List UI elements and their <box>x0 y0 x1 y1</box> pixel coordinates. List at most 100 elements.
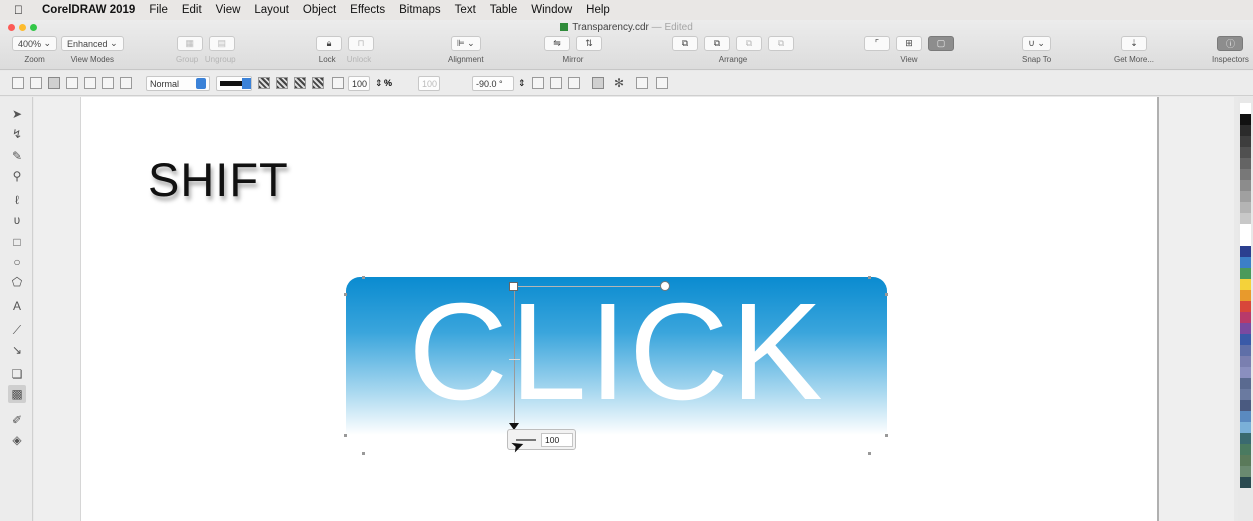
gradient-banner[interactable]: CLICK <box>346 277 887 435</box>
forward-one-button[interactable]: ⧉ <box>704 36 730 51</box>
bitmap-pattern-transparency-icon[interactable] <box>84 77 96 89</box>
palette-swatch[interactable] <box>1240 323 1251 334</box>
shape-tool-icon[interactable]: ↯ <box>8 125 26 143</box>
palette-swatch[interactable] <box>1240 345 1251 356</box>
selection-handle[interactable] <box>885 434 888 437</box>
palette-swatch[interactable] <box>1240 400 1251 411</box>
palette-swatch[interactable] <box>1240 147 1251 158</box>
apple-icon[interactable]:  <box>14 3 28 17</box>
palette-swatch[interactable] <box>1240 433 1251 444</box>
guidelines-button[interactable]: ▢ <box>928 36 954 51</box>
selection-handle[interactable] <box>362 452 365 455</box>
get-more-button[interactable]: ⇣ <box>1121 36 1147 51</box>
alignment-button[interactable]: ⊫ ⌄ <box>450 36 481 51</box>
palette-swatch[interactable] <box>1240 180 1251 191</box>
inspectors-button[interactable]: ⓘ <box>1217 36 1244 51</box>
to-back-button[interactable]: ⧉ <box>768 36 794 51</box>
click-text-object[interactable]: CLICK <box>346 283 887 421</box>
transparency-field[interactable]: 100 <box>348 76 370 91</box>
texture-transparency-icon[interactable] <box>120 77 132 89</box>
grid-button[interactable]: ⊞ <box>896 36 922 51</box>
menu-text[interactable]: Text <box>455 4 476 16</box>
fountain-transparency-icon[interactable] <box>48 77 60 89</box>
palette-swatch[interactable] <box>1240 389 1251 400</box>
freeze-icon[interactable] <box>592 77 604 89</box>
palette-swatch[interactable] <box>1240 422 1251 433</box>
menu-edit[interactable]: Edit <box>182 4 202 16</box>
all-icon[interactable] <box>568 77 580 89</box>
uniform-transparency-icon[interactable] <box>30 77 42 89</box>
artistic-media-tool-icon[interactable]: ʋ <box>8 211 26 229</box>
transparency-tool-icon[interactable]: ▩ <box>8 385 26 403</box>
palette-swatch[interactable] <box>1240 477 1251 488</box>
midpoint-field[interactable]: 100 <box>418 76 440 91</box>
view-mode-dropdown[interactable]: Enhanced ⌄ <box>61 36 124 51</box>
edit-transparency-icon[interactable] <box>656 77 668 89</box>
palette-swatch[interactable] <box>1240 367 1251 378</box>
palette-swatch[interactable] <box>1240 455 1251 466</box>
conical-fountain-icon[interactable] <box>294 77 306 89</box>
palette-swatch[interactable] <box>1240 356 1251 367</box>
palette-swatch[interactable] <box>1240 191 1251 202</box>
mirror-vertical-button[interactable]: ⇅ <box>576 36 602 51</box>
menu-help[interactable]: Help <box>586 4 610 16</box>
selection-handle[interactable] <box>885 293 888 296</box>
transparency-width-handle[interactable] <box>660 281 670 291</box>
shift-text-object[interactable]: SHIFT <box>148 152 289 207</box>
palette-swatch[interactable] <box>1240 235 1251 246</box>
pick-tool-icon[interactable]: ➤ <box>8 105 26 123</box>
copy-transparency-icon[interactable] <box>636 77 648 89</box>
back-one-button[interactable]: ⧉ <box>736 36 762 51</box>
node-transparency-icon[interactable] <box>332 77 344 89</box>
drop-shadow-tool-icon[interactable]: ❏ <box>8 365 26 383</box>
palette-swatch[interactable] <box>1240 246 1251 257</box>
palette-swatch[interactable] <box>1240 202 1251 213</box>
text-tool-icon[interactable]: A <box>8 297 26 315</box>
menu-file[interactable]: File <box>149 4 168 16</box>
unlock-button[interactable]: ⊓ <box>348 36 374 51</box>
crop-tool-icon[interactable]: ✎ <box>8 147 26 165</box>
stepper-icon[interactable]: ⇕ <box>518 78 526 89</box>
app-menu[interactable]: CorelDRAW 2019 <box>42 4 135 16</box>
palette-swatch[interactable] <box>1240 257 1251 268</box>
palette-swatch[interactable] <box>1240 224 1251 235</box>
stepper-icon[interactable]: ⇕ <box>375 78 383 89</box>
selection-handle[interactable] <box>344 434 347 437</box>
menu-object[interactable]: Object <box>303 4 336 16</box>
interactive-fill-tool-icon[interactable]: ◈ <box>8 431 26 449</box>
no-transparency-icon[interactable] <box>12 77 24 89</box>
polygon-tool-icon[interactable]: ⬠ <box>8 273 26 291</box>
ungroup-button[interactable]: ▤ <box>208 36 235 51</box>
palette-swatch[interactable] <box>1240 301 1251 312</box>
two-color-pattern-transparency-icon[interactable] <box>102 77 114 89</box>
mirror-horizontal-button[interactable]: ⇋ <box>544 36 570 51</box>
palette-swatch[interactable] <box>1240 279 1251 290</box>
node-transparency-field[interactable]: 100 <box>541 433 573 447</box>
menu-table[interactable]: Table <box>490 4 518 16</box>
zoom-tool-icon[interactable]: ⚲ <box>8 167 26 185</box>
palette-swatch[interactable] <box>1240 334 1251 345</box>
lock-button[interactable]: 🔒︎ <box>316 36 342 51</box>
palette-swatch[interactable] <box>1240 312 1251 323</box>
connector-tool-icon[interactable]: ↘ <box>8 341 26 359</box>
palette-swatch[interactable] <box>1240 268 1251 279</box>
freehand-tool-icon[interactable]: ℓ <box>8 191 26 209</box>
linear-fountain-icon[interactable] <box>258 77 270 89</box>
angle-field[interactable]: -90.0 ° <box>472 76 514 91</box>
palette-swatch[interactable] <box>1240 411 1251 422</box>
palette-swatch[interactable] <box>1240 136 1251 147</box>
rectangular-fountain-icon[interactable] <box>312 77 324 89</box>
snowflake-icon[interactable]: ✻ <box>614 76 624 90</box>
transparency-start-handle[interactable] <box>509 282 518 291</box>
outline-icon[interactable] <box>550 77 562 89</box>
palette-swatch[interactable] <box>1240 103 1251 114</box>
palette-swatch[interactable] <box>1240 466 1251 477</box>
fill-icon[interactable] <box>532 77 544 89</box>
group-button[interactable]: ▦ <box>176 36 203 51</box>
rectangle-tool-icon[interactable]: □ <box>8 233 26 251</box>
color-picker[interactable] <box>216 76 252 91</box>
snap-to-button[interactable]: ∪ ⌄ <box>1022 36 1051 51</box>
zoom-dropdown[interactable]: 400% ⌄ <box>12 36 58 51</box>
palette-swatch[interactable] <box>1240 378 1251 389</box>
palette-swatch[interactable] <box>1240 290 1251 301</box>
